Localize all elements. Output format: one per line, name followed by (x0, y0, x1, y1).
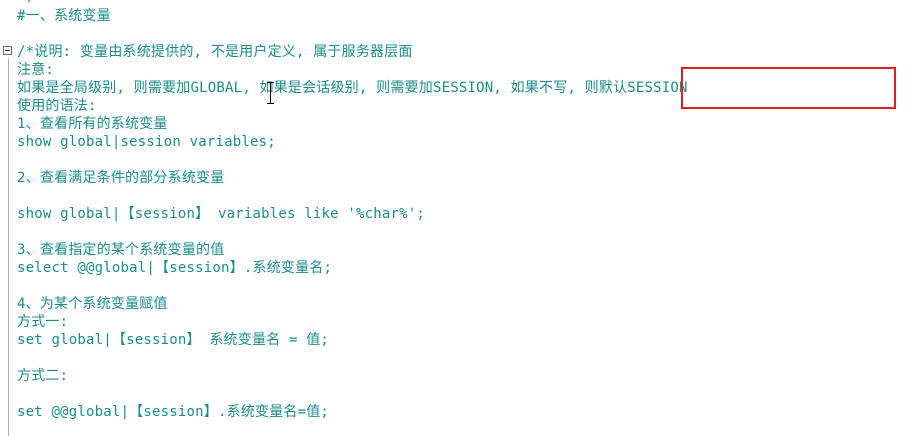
code-line-14: 3、查看指定的某个系统变量的值 (17, 242, 225, 258)
code-line-3: /*说明: 变量由系统提供的, 不是用户定义, 属于服务器层面 (17, 44, 413, 60)
partial-top-line: / (27, 0, 35, 6)
code-line-8: show global|session variables; (17, 134, 276, 150)
code-line-17: 4、为某个系统变量赋值 (17, 296, 168, 312)
code-editor[interactable]: / #一、系统变量 /*说明: 变量由系统提供的, 不是用户定义, 属于服务器层… (0, 0, 914, 436)
text-cursor-icon (267, 82, 274, 104)
code-line-21: 方式二: (17, 368, 69, 384)
fold-minus-icon[interactable] (3, 46, 12, 55)
code-line-10: 2、查看满足条件的部分系统变量 (17, 170, 225, 186)
code-line-5: 如果是全局级别, 则需要加GLOBAL, 如果是会话级别, 则需要加SESSIO… (17, 80, 688, 96)
code-line-1: #一、系统变量 (17, 8, 111, 24)
code-line-6: 使用的语法: (17, 98, 97, 114)
code-line-12: show global|【session】 variables like '%c… (17, 206, 426, 222)
code-line-15: select @@global|【session】.系统变量名; (17, 260, 333, 276)
code-line-7: 1、查看所有的系统变量 (17, 116, 168, 132)
code-line-19: set global|【session】 系统变量名 = 值; (17, 332, 330, 348)
code-line-18: 方式一: (17, 314, 69, 330)
code-line-4: 注意: (17, 62, 55, 78)
fold-guide-line (8, 58, 9, 436)
highlight-annotation-box (681, 67, 896, 109)
code-line-23: set @@global|【session】.系统变量名=值; (17, 404, 330, 420)
editor-gutter (0, 0, 14, 436)
